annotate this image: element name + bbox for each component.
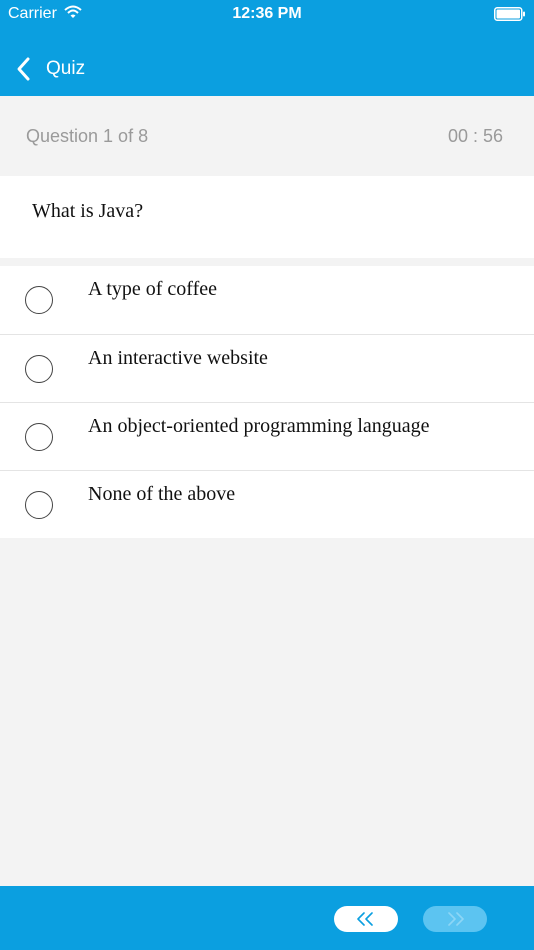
question-info-bar: Question 1 of 8 00 : 56 (0, 96, 534, 176)
double-chevron-left-icon (357, 912, 373, 926)
answer-options-list: A type of coffee An interactive website … (0, 266, 534, 538)
chevron-left-icon (17, 57, 30, 81)
bottom-toolbar (0, 886, 534, 950)
question-card: What is Java? (0, 176, 534, 258)
navigation-bar: Quiz (0, 44, 534, 94)
top-header: Carrier 12:36 PM Quiz (0, 0, 534, 96)
answer-option[interactable]: An object-oriented programming language (0, 402, 534, 470)
countdown-timer: 00 : 56 (447, 126, 503, 146)
previous-question-button[interactable] (334, 906, 398, 932)
answer-option[interactable]: A type of coffee (0, 266, 534, 334)
back-button[interactable]: Quiz (14, 54, 85, 84)
answer-option[interactable]: An interactive website (0, 334, 534, 402)
double-chevron-right-icon (448, 912, 464, 926)
radio-button[interactable] (25, 423, 53, 451)
radio-button[interactable] (25, 286, 53, 314)
back-button-label: Quiz (46, 58, 86, 79)
radio-button[interactable] (25, 355, 53, 383)
answer-option-label: An interactive website (88, 347, 268, 369)
answer-option-label: A type of coffee (88, 278, 218, 300)
question-text: What is Java? (32, 200, 144, 222)
question-counter: Question 1 of 8 (26, 126, 149, 146)
answer-option-label: An object-oriented programming language (88, 415, 430, 437)
radio-button[interactable] (25, 491, 53, 519)
status-time: 12:36 PM (232, 5, 302, 22)
answer-option[interactable]: None of the above (0, 470, 534, 538)
status-bar: Carrier 12:36 PM (0, 0, 534, 28)
battery-icon (494, 7, 525, 21)
answer-option-label: None of the above (88, 483, 236, 505)
next-question-button[interactable] (423, 906, 487, 932)
